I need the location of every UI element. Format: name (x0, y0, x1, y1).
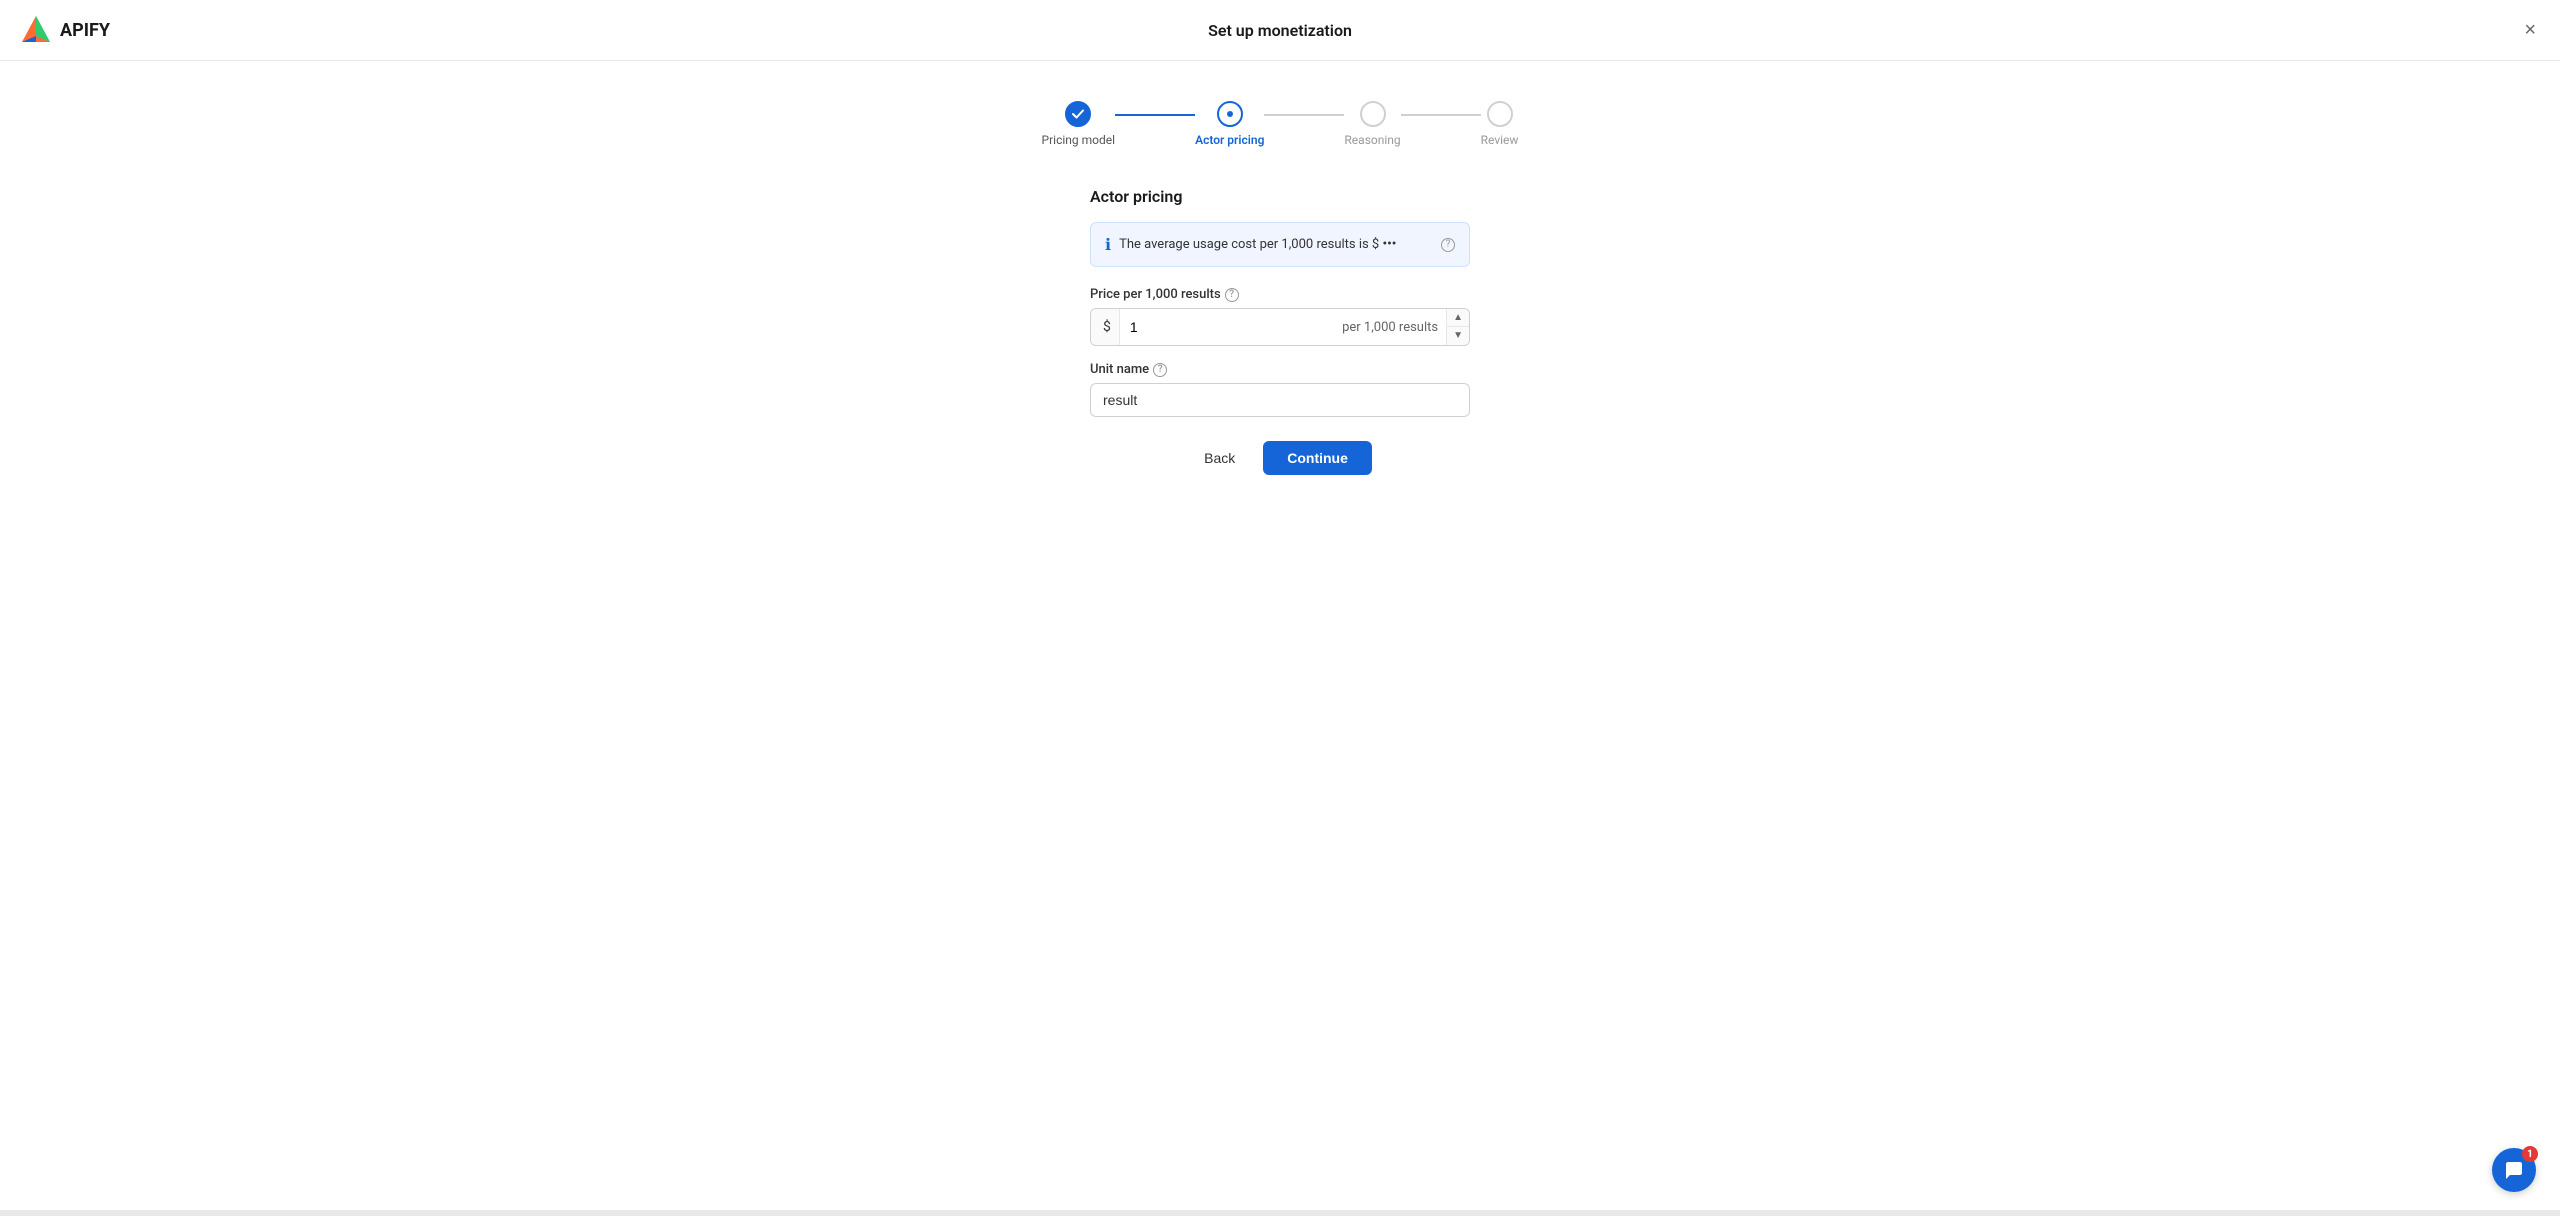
price-input-wrapper: $ per 1,000 results ▲ ▼ (1090, 308, 1470, 346)
stepper: Pricing model Actor pricing Reasoning Re… (1042, 101, 1519, 147)
step-circle-3 (1360, 101, 1386, 127)
step-circle-2 (1217, 101, 1243, 127)
price-help-icon[interactable]: ? (1225, 288, 1239, 302)
main-content: Pricing model Actor pricing Reasoning Re… (0, 61, 2560, 515)
bottom-bar (0, 1210, 2560, 1216)
info-help-icon[interactable]: ? (1441, 238, 1455, 252)
back-button[interactable]: Back (1188, 441, 1251, 475)
step-review: Review (1481, 101, 1519, 147)
logo-text: APIFY (60, 20, 110, 41)
step-circle-1 (1065, 101, 1091, 127)
unit-name-field-label: Unit name ? (1090, 362, 1470, 377)
price-stepper: ▲ ▼ (1446, 309, 1469, 345)
connector-2-3 (1264, 114, 1344, 116)
header-title: Set up monetization (1208, 21, 1352, 40)
info-box: ℹ The average usage cost per 1,000 resul… (1090, 222, 1470, 267)
chat-badge: 1 (2522, 1146, 2538, 1162)
info-text: The average usage cost per 1,000 results… (1119, 237, 1396, 252)
price-input[interactable] (1120, 311, 1334, 343)
step-label-2: Actor pricing (1195, 133, 1264, 147)
step-label-4: Review (1481, 133, 1519, 147)
apify-logo-icon (20, 14, 52, 46)
close-button[interactable]: × (2520, 16, 2540, 44)
step-circle-4 (1487, 101, 1513, 127)
continue-button[interactable]: Continue (1263, 441, 1372, 475)
unit-name-input[interactable] (1090, 383, 1470, 417)
price-prefix: $ (1091, 309, 1120, 345)
price-field-label: Price per 1,000 results ? (1090, 287, 1470, 302)
unit-name-field-group: Unit name ? (1090, 362, 1470, 417)
price-suffix: per 1,000 results (1334, 320, 1446, 335)
step-label-3: Reasoning (1344, 133, 1400, 147)
connector-3-4 (1401, 114, 1481, 116)
chat-widget[interactable]: 1 (2492, 1148, 2536, 1192)
connector-1-2 (1115, 114, 1195, 116)
step-label-1: Pricing model (1042, 133, 1116, 147)
price-increment-button[interactable]: ▲ (1447, 309, 1469, 327)
price-field-group: Price per 1,000 results ? $ per 1,000 re… (1090, 287, 1470, 346)
logo: APIFY (20, 14, 110, 46)
section-title: Actor pricing (1090, 187, 1470, 206)
button-row: Back Continue (1090, 441, 1470, 475)
price-decrement-button[interactable]: ▼ (1447, 327, 1469, 345)
header: APIFY Set up monetization × (0, 0, 2560, 61)
info-icon: ℹ (1105, 235, 1111, 254)
unit-name-help-icon[interactable]: ? (1153, 363, 1167, 377)
step-pricing-model: Pricing model (1042, 101, 1116, 147)
step-actor-pricing: Actor pricing (1195, 101, 1264, 147)
step-reasoning: Reasoning (1344, 101, 1400, 147)
chat-icon (2504, 1160, 2524, 1180)
form-container: Actor pricing ℹ The average usage cost p… (1090, 187, 1470, 475)
